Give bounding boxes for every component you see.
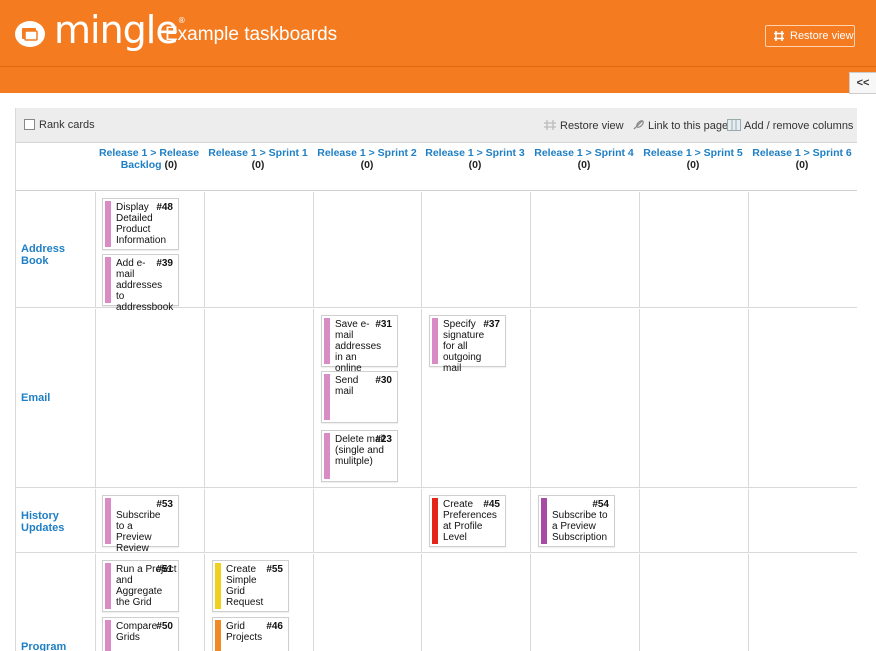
board-cell: #31 Save e-mail addresses in an online #…	[313, 309, 421, 487]
story-card[interactable]: #48 Display Detailed Product Information	[102, 198, 179, 250]
card-color-stripe	[105, 563, 111, 609]
story-card[interactable]: #54 Subscribe to a Preview Subscription	[538, 495, 615, 547]
restore-view-button[interactable]: Restore view	[765, 25, 855, 47]
board-cell: #37 Specify signature for all outgoing m…	[421, 309, 530, 487]
board-cell	[313, 554, 421, 651]
card-color-stripe	[541, 498, 547, 544]
board-cell	[530, 309, 639, 487]
column-header[interactable]: Release 1 > Sprint 5 (0)	[639, 144, 747, 191]
board-cell	[748, 192, 857, 307]
story-card[interactable]: #55 Create Simple Grid Request	[212, 560, 289, 612]
secondary-nav-bar	[0, 66, 876, 93]
card-color-stripe	[215, 620, 221, 651]
board-cell	[313, 489, 421, 552]
swimlane-row: History Updates #53 Subscribe to a Previ…	[16, 489, 857, 554]
card-color-stripe	[105, 620, 111, 651]
swimlane-row: Program Rollup #51 Run a Project and Agg…	[16, 554, 857, 651]
card-color-stripe	[324, 318, 330, 364]
story-card[interactable]: #53 Subscribe to a Preview Review	[102, 495, 179, 554]
top-header: mingle® Example taskboards Restore view	[0, 0, 876, 66]
rank-cards-toggle[interactable]: Rank cards	[24, 119, 95, 131]
story-card[interactable]: #37 Specify signature for all outgoing m…	[429, 315, 506, 374]
card-color-stripe	[432, 318, 438, 364]
grid-hash-icon	[774, 31, 784, 41]
swimlane-label[interactable]: History Updates	[21, 510, 91, 534]
mingle-logo-icon	[15, 21, 45, 47]
board-cell	[639, 192, 748, 307]
board-cell	[639, 309, 748, 487]
story-card[interactable]: #46 Grid Projects	[212, 617, 289, 651]
board-cell: #53 Subscribe to a Preview Review	[95, 489, 204, 554]
card-color-stripe	[105, 498, 111, 544]
board-cell	[204, 309, 313, 487]
column-header[interactable]: Release 1 > Sprint 2 (0)	[313, 144, 421, 191]
card-color-stripe	[324, 374, 330, 420]
link-icon	[633, 120, 644, 130]
board-cell	[204, 192, 313, 307]
board-cell	[748, 489, 857, 552]
board-cell	[748, 554, 857, 651]
board-cell: #45 Create Preferences at Profile Level	[421, 489, 530, 552]
story-card[interactable]: #50 Compare Grids	[102, 617, 179, 651]
board-toolbar: Rank cards Restore view Link to this pag…	[16, 108, 857, 143]
story-card[interactable]: #39 Add e-mail addresses to addressbook	[102, 254, 179, 313]
story-card[interactable]: #45 Create Preferences at Profile Level	[429, 495, 506, 547]
board-cell	[204, 489, 313, 552]
column-header[interactable]: Release 1 > Sprint 6 (0)	[748, 144, 856, 191]
columns-icon	[727, 119, 741, 131]
card-color-stripe	[105, 257, 111, 303]
column-header-row: Release 1 > Release Backlog (0) Release …	[16, 144, 857, 191]
swimlane-label[interactable]: Address Book	[21, 243, 91, 267]
card-color-stripe	[324, 433, 330, 479]
restore-view-link[interactable]: Restore view	[543, 119, 624, 132]
story-card[interactable]: #51 Run a Project and Aggregate the Grid	[102, 560, 179, 612]
card-color-stripe	[215, 563, 221, 609]
taskboard: Rank cards Restore view Link to this pag…	[15, 108, 857, 651]
story-card[interactable]: #23 Delete mail (single and mulitple)	[321, 430, 398, 482]
board-cell	[748, 309, 857, 487]
board-cell	[530, 554, 639, 651]
swimlane-row: Email #31 Save e-mail addresses in an on…	[16, 309, 857, 488]
link-to-page[interactable]: Link to this page	[631, 119, 728, 132]
board-cell	[421, 554, 530, 651]
column-header[interactable]: Release 1 > Sprint 1 (0)	[204, 144, 312, 191]
column-header[interactable]: Release 1 > Sprint 3 (0)	[421, 144, 529, 191]
board-cell	[639, 489, 748, 552]
column-header[interactable]: Release 1 > Release Backlog (0)	[95, 144, 203, 191]
card-color-stripe	[432, 498, 438, 544]
swimlane-label[interactable]: Email	[21, 392, 91, 404]
board-cell: #55 Create Simple Grid Request #46 Grid …	[204, 554, 313, 651]
story-card[interactable]: #31 Save e-mail addresses in an online	[321, 315, 398, 374]
grid-hash-icon	[544, 120, 556, 130]
project-title[interactable]: Example taskboards	[165, 24, 337, 46]
board-cell	[530, 192, 639, 307]
board-cell	[95, 309, 204, 487]
board-cell: #48 Display Detailed Product Information…	[95, 192, 204, 313]
story-card[interactable]: #30 Send mail	[321, 371, 398, 423]
swimlane-row: Address Book #48 Display Detailed Produc…	[16, 192, 857, 313]
collapse-sidebar-button[interactable]: <<	[849, 72, 876, 94]
swimlane-label[interactable]: Program Rollup	[21, 641, 91, 651]
column-header[interactable]: Release 1 > Sprint 4 (0)	[530, 144, 638, 191]
board-cell	[313, 192, 421, 307]
board-cell	[639, 554, 748, 651]
add-remove-columns[interactable]: Add / remove columns	[727, 119, 853, 132]
board-cell: #51 Run a Project and Aggregate the Grid…	[95, 554, 204, 651]
checkbox-icon[interactable]	[24, 119, 35, 130]
board-cell	[421, 192, 530, 307]
card-color-stripe	[105, 201, 111, 247]
board-cell: #54 Subscribe to a Preview Subscription	[530, 489, 639, 552]
